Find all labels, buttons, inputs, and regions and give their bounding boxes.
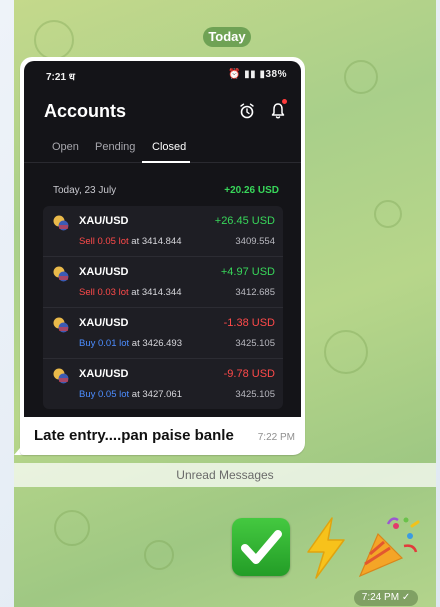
- trade-close-price: 3412.685: [235, 287, 275, 298]
- trade-detail: Sell 0.03 lot at 3414.344: [79, 287, 181, 298]
- tab-closed[interactable]: Closed: [152, 141, 186, 153]
- wallpaper-doodle: [144, 540, 174, 570]
- trade-open-price: at 3426.493: [129, 338, 182, 349]
- trade-side: Sell 0.03 lot: [79, 287, 129, 298]
- emoji-message[interactable]: [232, 510, 432, 590]
- party-popper-icon: [358, 517, 420, 578]
- tab-open[interactable]: Open: [52, 141, 79, 153]
- trade-symbol: XAU/USD: [79, 215, 129, 227]
- trade-close-price: 3409.554: [235, 236, 275, 247]
- wallpaper-doodle: [54, 510, 90, 546]
- trade-pnl: +4.97 USD: [220, 266, 275, 278]
- trade-close-price: 3425.105: [235, 389, 275, 400]
- sent-check-icon: ✓: [401, 592, 411, 603]
- wallpaper-doodle: [374, 200, 402, 228]
- trade-symbol: XAU/USD: [79, 317, 129, 329]
- trade-side: Sell 0.05 lot: [79, 236, 129, 247]
- check-mark-button-icon: [232, 518, 290, 576]
- trade-tabs: Open Pending Closed: [24, 133, 301, 163]
- image-message-bubble[interactable]: 7:21 ध ⏰ ▮▮ ▮38% Accounts Open Pending C…: [20, 57, 305, 455]
- day-label: Today, 23 July: [53, 185, 117, 196]
- trade-detail: Buy 0.05 lot at 3427.061: [79, 389, 182, 400]
- date-separator: Today: [203, 27, 251, 47]
- trade-open-price: at 3414.344: [128, 287, 182, 298]
- trade-pnl: +26.45 USD: [214, 215, 275, 227]
- trade-side: Buy 0.05 lot: [79, 389, 130, 400]
- xau-usd-flag-icon: [53, 317, 69, 333]
- trade-side: Buy 0.01 lot: [79, 338, 130, 349]
- trade-pnl: -9.78 USD: [223, 368, 275, 380]
- trade-symbol: XAU/USD: [79, 368, 129, 380]
- day-total: +20.26 USD: [224, 185, 279, 196]
- message-caption: Late entry....pan paise banle: [34, 427, 234, 444]
- wallpaper-doodle: [324, 330, 368, 374]
- trade-row[interactable]: XAU/USD -1.38 USD Buy 0.01 lot at 3426.4…: [43, 308, 283, 359]
- active-tab-indicator: [142, 161, 190, 163]
- alarm-status-icon: ⏰: [227, 69, 241, 80]
- closed-trades-list: XAU/USD +26.45 USD Sell 0.05 lot at 3414…: [43, 206, 283, 409]
- status-time: 7:21 ध: [46, 72, 75, 83]
- notification-dot: [282, 99, 287, 104]
- trade-detail: Buy 0.01 lot at 3426.493: [79, 338, 182, 349]
- high-voltage-icon: [307, 517, 345, 579]
- check-mark-icon: [241, 530, 282, 564]
- xau-usd-flag-icon: [53, 368, 69, 384]
- xau-usd-flag-icon: [53, 215, 69, 231]
- trade-row[interactable]: XAU/USD -9.78 USD Buy 0.05 lot at 3427.0…: [43, 359, 283, 409]
- status-icons: ⏰ ▮▮ ▮38%: [228, 69, 287, 80]
- trade-detail: Sell 0.05 lot at 3414.844: [79, 236, 181, 247]
- xau-usd-flag-icon: [53, 266, 69, 282]
- emoji-message-time: 7:24 PM ✓: [354, 590, 418, 606]
- battery-level: 38%: [265, 69, 287, 80]
- page-title: Accounts: [44, 101, 127, 121]
- phone-status-bar: 7:21 ध ⏰ ▮▮ ▮38%: [24, 61, 301, 85]
- unread-messages-divider: Unread Messages: [14, 463, 436, 487]
- trade-open-price: at 3414.844: [128, 236, 182, 247]
- trade-pnl: -1.38 USD: [223, 317, 275, 329]
- trade-close-price: 3425.105: [235, 338, 275, 349]
- wallpaper-doodle: [344, 60, 378, 94]
- trade-symbol: XAU/USD: [79, 266, 129, 278]
- screenshot-image[interactable]: 7:21 ध ⏰ ▮▮ ▮38% Accounts Open Pending C…: [24, 61, 301, 417]
- tab-pending[interactable]: Pending: [95, 141, 135, 153]
- trade-row[interactable]: XAU/USD +26.45 USD Sell 0.05 lot at 3414…: [43, 206, 283, 257]
- trade-open-price: at 3427.061: [129, 389, 182, 400]
- message-time: 7:22 PM: [257, 432, 295, 443]
- trade-row[interactable]: XAU/USD +4.97 USD Sell 0.03 lot at 3414.…: [43, 257, 283, 308]
- alarm-clock-icon[interactable]: [239, 103, 255, 119]
- wallpaper-doodle: [34, 20, 74, 60]
- notification-bell-icon[interactable]: [270, 102, 286, 119]
- signal-icon: ▮▮: [244, 69, 257, 80]
